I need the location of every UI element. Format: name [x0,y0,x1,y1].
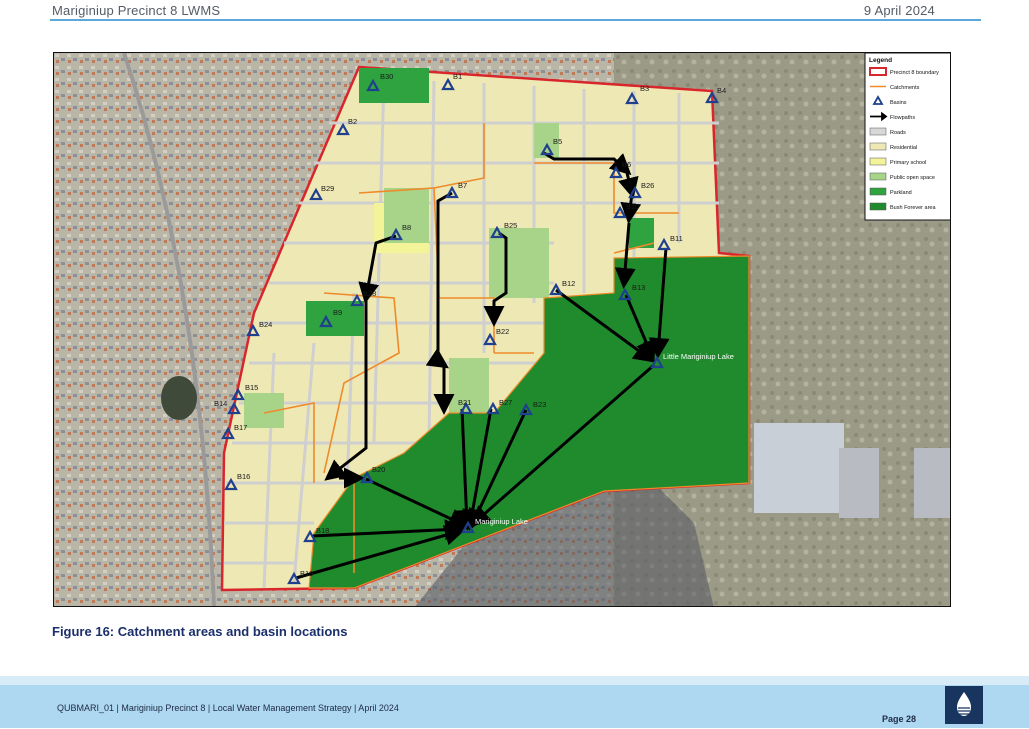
label-b4: B4 [717,86,726,95]
greenhouse [914,448,950,518]
label-little-mariginiup-lake: Little Mariginiup Lake [663,352,734,361]
footer-band-light [0,676,1029,685]
legend-item-parkland: Parkland [869,187,912,196]
label-b19: B19 [300,569,313,578]
legend-title: Legend [869,57,892,64]
legend-label: Public open space [890,175,935,181]
label-b3: B3 [640,84,649,93]
label-b22: B22 [496,327,509,336]
legend-item-public-open-space: Public open space [869,172,935,181]
label-b30: B30 [380,72,393,81]
label-b14: B14 [214,399,227,408]
greenhouse [839,448,879,518]
legend-swatch [869,142,887,151]
label-b7: B7 [458,181,467,190]
figure-caption: Figure 16: Catchment areas and basin loc… [52,624,348,639]
legend-item-precinct-8-boundary: Precinct 8 boundary [869,67,939,76]
label-b28: B28 [363,289,376,298]
footer-text: QUBMARI_01 | Mariginiup Precinct 8 | Loc… [57,703,399,713]
label-b8: B8 [402,223,411,232]
legend-label: Precinct 8 boundary [890,70,939,76]
header-title: Mariginiup Precinct 8 LWMS [52,3,221,18]
label-b17: B17 [234,423,247,432]
public-open-space [384,188,429,243]
label-mariginiup-lake: Mariginiup Lake [475,517,528,526]
greenhouse [754,423,844,513]
catchment-map: B30 B1 B3 B4 B2 B5 B6 B26 B10 B11 B29 B7… [53,52,951,607]
legend-label: Flowpaths [890,115,915,121]
legend-swatch [869,172,887,181]
legend-swatch [869,67,887,76]
legend-label: Roads [890,130,906,136]
legend-item-residential: Residential [869,142,917,151]
label-b24: B24 [259,320,272,329]
legend-label: Catchments [890,85,920,91]
legend-label: Basins [890,100,907,106]
legend-label: Residential [890,145,917,151]
label-b9: B9 [333,308,342,317]
label-b23: B23 [533,400,546,409]
label-b21: B21 [458,398,471,407]
page-number: Page 28 [882,714,917,724]
label-b15: B15 [245,383,258,392]
legend-swatch [869,202,887,211]
public-open-space [489,228,549,298]
parkland [306,301,364,336]
legend-label: Bush Forever area [890,205,936,211]
legend-label: Parkland [890,190,912,196]
label-b25: B25 [504,221,517,230]
map-legend: Legend Precinct 8 boundary Catchments Basi… [864,53,950,221]
label-b20: B20 [372,465,385,474]
map-svg: B30 B1 B3 B4 B2 B5 B6 B26 B10 B11 B29 B7… [54,53,950,606]
label-b13: B13 [632,283,645,292]
label-b12: B12 [562,279,575,288]
label-b5: B5 [553,137,562,146]
header-date: 9 April 2024 [863,3,935,18]
header-rule [50,19,981,21]
legend-swatch [869,127,887,136]
label-b27: B27 [499,398,512,407]
label-b29: B29 [321,184,334,193]
legend-item-primary-school: Primary school [869,157,926,166]
label-b2: B2 [348,117,357,126]
label-b16: B16 [237,472,250,481]
label-b6: B6 [622,160,631,169]
water-drop-icon [945,686,983,724]
label-b18: B18 [316,526,329,535]
legend-swatch [869,157,887,166]
label-b10: B10 [626,202,639,211]
legend-item-bush-forever-area: Bush Forever area [869,202,936,211]
label-b26: B26 [641,181,654,190]
urban-lake [161,376,197,420]
label-b11: B11 [670,234,683,243]
legend-label: Primary school [890,160,926,166]
legend-swatch [869,187,887,196]
label-b1: B1 [453,72,462,81]
